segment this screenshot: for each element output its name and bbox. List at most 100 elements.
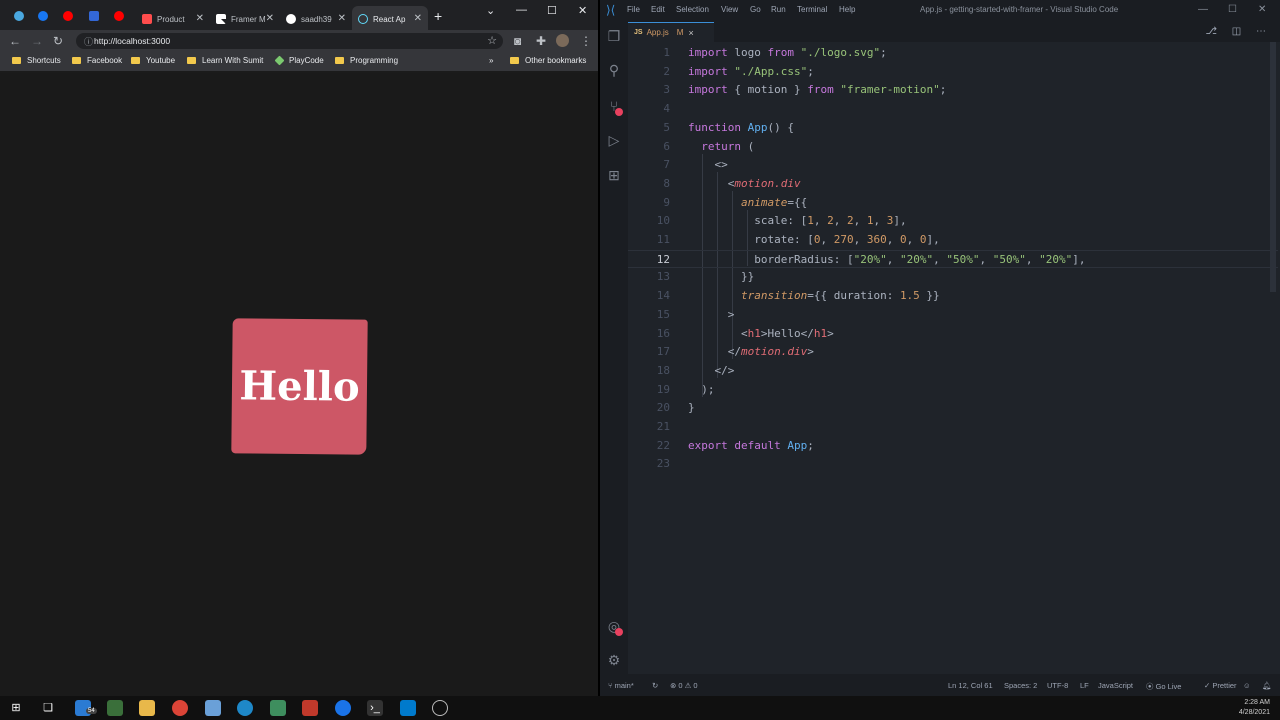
notifications-bell-icon[interactable]: 🔔︎ [1262, 681, 1272, 690]
bookmark-star-icon[interactable]: ☆ [487, 34, 497, 47]
close-window-icon[interactable]: ✕ [1258, 4, 1266, 15]
edge-icon[interactable] [237, 700, 253, 716]
close-tab-icon[interactable]: × [688, 28, 693, 38]
search-icon[interactable]: ⚲ [606, 62, 622, 78]
chrome-taskbar-icon[interactable] [172, 700, 188, 716]
code-editor[interactable]: 1 import logo from "./logo.svg"; 2 import … [628, 42, 1280, 674]
maximize-icon[interactable]: ☐ [547, 4, 557, 17]
tab-product[interactable]: Product ✕ [136, 6, 210, 32]
terminal-icon[interactable]: ›_ [367, 700, 383, 716]
menu-edit[interactable]: Edit [651, 5, 665, 14]
close-icon[interactable]: ✕ [414, 13, 422, 24]
task-view-icon[interactable]: ❏ [40, 700, 56, 716]
line-number: 8 [663, 176, 670, 190]
run-debug-icon[interactable]: ▷ [606, 132, 622, 148]
close-icon[interactable]: ✕ [266, 13, 274, 24]
code-line-21: 21 [628, 418, 1278, 437]
close-window-icon[interactable]: ✕ [578, 4, 587, 17]
youtube-pinned-icon[interactable] [63, 11, 73, 21]
menu-help[interactable]: Help [839, 5, 855, 14]
file-explorer-icon[interactable] [139, 700, 155, 716]
youtube-pinned-icon-2[interactable] [114, 11, 124, 21]
code-text: animate={{ [740, 195, 808, 209]
bookmark-shortcuts[interactable]: Shortcuts [12, 56, 61, 65]
vscode-window: ⟩⟨ File Edit Selection View Go Run Termi… [600, 0, 1280, 696]
menu-run[interactable]: Run [771, 5, 786, 14]
sync-icon[interactable]: ↻ [652, 681, 658, 690]
vscode-taskbar-icon[interactable] [400, 700, 416, 716]
teamviewer-icon[interactable] [335, 700, 351, 716]
code-line-15: 15 > [628, 306, 1278, 325]
status-bar: ⑂ main* ↻ ⊗ 0 ⚠ 0 Ln 12, Col 61 Spaces: … [600, 674, 1280, 696]
tab-label: saadh39 [301, 14, 332, 24]
back-arrow-icon[interactable]: ← [9, 33, 21, 49]
minimize-icon[interactable]: — [1198, 4, 1208, 15]
editor-actions[interactable]: ⎇ ◫ ⋯ [1205, 26, 1272, 37]
encoding[interactable]: UTF-8 [1047, 681, 1068, 690]
tab-framer[interactable]: Framer M ✕ [210, 6, 280, 32]
address-bar[interactable]: ⓘ http://localhost:3000 ☆ [76, 33, 503, 49]
facebook-pinned-icon[interactable] [38, 11, 48, 21]
code-text: import "./App.css"; [688, 64, 814, 78]
pinned-tab-icon[interactable] [14, 11, 24, 21]
line-number: 3 [663, 83, 670, 97]
menu-view[interactable]: View [721, 5, 738, 14]
bookmark-learn-with-sumit[interactable]: Learn With Sumit [187, 56, 263, 65]
bookmark-facebook[interactable]: Facebook [72, 56, 122, 65]
menu-selection[interactable]: Selection [676, 5, 709, 14]
language-mode[interactable]: JavaScript [1098, 681, 1133, 690]
bookmark-other[interactable]: Other bookmarks [510, 56, 586, 65]
framer-favicon-icon [216, 14, 226, 24]
clock-app-icon[interactable] [432, 700, 448, 716]
close-icon[interactable]: ✕ [338, 13, 346, 24]
system-clock[interactable]: 2:28 AM 4/28/2021 [1239, 698, 1270, 718]
bookmark-programming[interactable]: Programming [335, 56, 398, 65]
tab-strip: Product ✕ Framer M ✕ saadh39 ✕ React Ap … [0, 0, 598, 32]
problems-indicator[interactable]: ⊗ 0 ⚠ 0 [670, 681, 698, 690]
feedback-icon[interactable]: ☺ [1243, 681, 1251, 690]
code-text: export default App; [688, 438, 814, 452]
tab-github[interactable]: saadh39 ✕ [280, 6, 352, 32]
code-text: <> [688, 158, 728, 172]
go-live-button[interactable]: ⦿ Go Live [1146, 681, 1181, 692]
profile-avatar[interactable] [556, 34, 569, 47]
media-icon[interactable] [302, 700, 318, 716]
explorer-files-icon[interactable]: ❐ [606, 28, 622, 44]
menu-file[interactable]: File [627, 5, 640, 14]
reload-icon[interactable]: ↻ [53, 33, 63, 49]
extension-icon[interactable]: ◙ [514, 33, 521, 49]
gear-icon[interactable]: ⚙ [606, 652, 622, 668]
kebab-menu-icon[interactable]: ⋮ [580, 33, 592, 49]
indentation[interactable]: Spaces: 2 [1004, 681, 1037, 690]
tab-react-app[interactable]: React Ap ✕ [352, 6, 428, 32]
line-ending[interactable]: LF [1080, 681, 1089, 690]
bookmarks-overflow-icon[interactable]: » [489, 56, 493, 65]
bookmark-youtube[interactable]: Youtube [131, 56, 175, 65]
photos-icon[interactable] [270, 700, 286, 716]
calculator-icon[interactable] [107, 700, 123, 716]
url-text[interactable]: http://localhost:3000 [94, 36, 170, 46]
git-branch[interactable]: ⑂ main* [608, 681, 634, 690]
code-line-2: 2 import "./App.css"; [628, 63, 1278, 82]
maximize-icon[interactable]: ☐ [1228, 4, 1237, 15]
go-live-label: Go Live [1155, 682, 1182, 691]
bookmark-playcode[interactable]: PlayCode [274, 55, 324, 66]
line-number: 22 [656, 438, 670, 452]
menu-go[interactable]: Go [750, 5, 761, 14]
minimize-icon[interactable]: — [516, 4, 527, 16]
close-icon[interactable]: ✕ [196, 13, 204, 24]
tab-search-icon[interactable]: ⌄ [486, 4, 495, 17]
start-windows-icon[interactable]: ⊞ [8, 700, 24, 716]
notes-icon[interactable] [205, 700, 221, 716]
puzzle-extensions-icon[interactable]: ✚ [536, 33, 546, 49]
line-number: 5 [663, 120, 670, 134]
cursor-position[interactable]: Ln 12, Col 61 [948, 681, 993, 690]
prettier-status[interactable]: ✓ Prettier [1204, 681, 1237, 690]
forward-arrow-icon[interactable]: → [31, 33, 43, 49]
menu-terminal[interactable]: Terminal [797, 5, 827, 14]
extensions-icon[interactable]: ⊞ [606, 167, 622, 183]
tab-app-js[interactable]: JS App.js M × [628, 22, 714, 42]
info-icon[interactable]: ⓘ [84, 35, 93, 48]
docs-pinned-icon[interactable] [89, 11, 99, 21]
new-tab-plus-icon[interactable]: + [434, 8, 442, 24]
